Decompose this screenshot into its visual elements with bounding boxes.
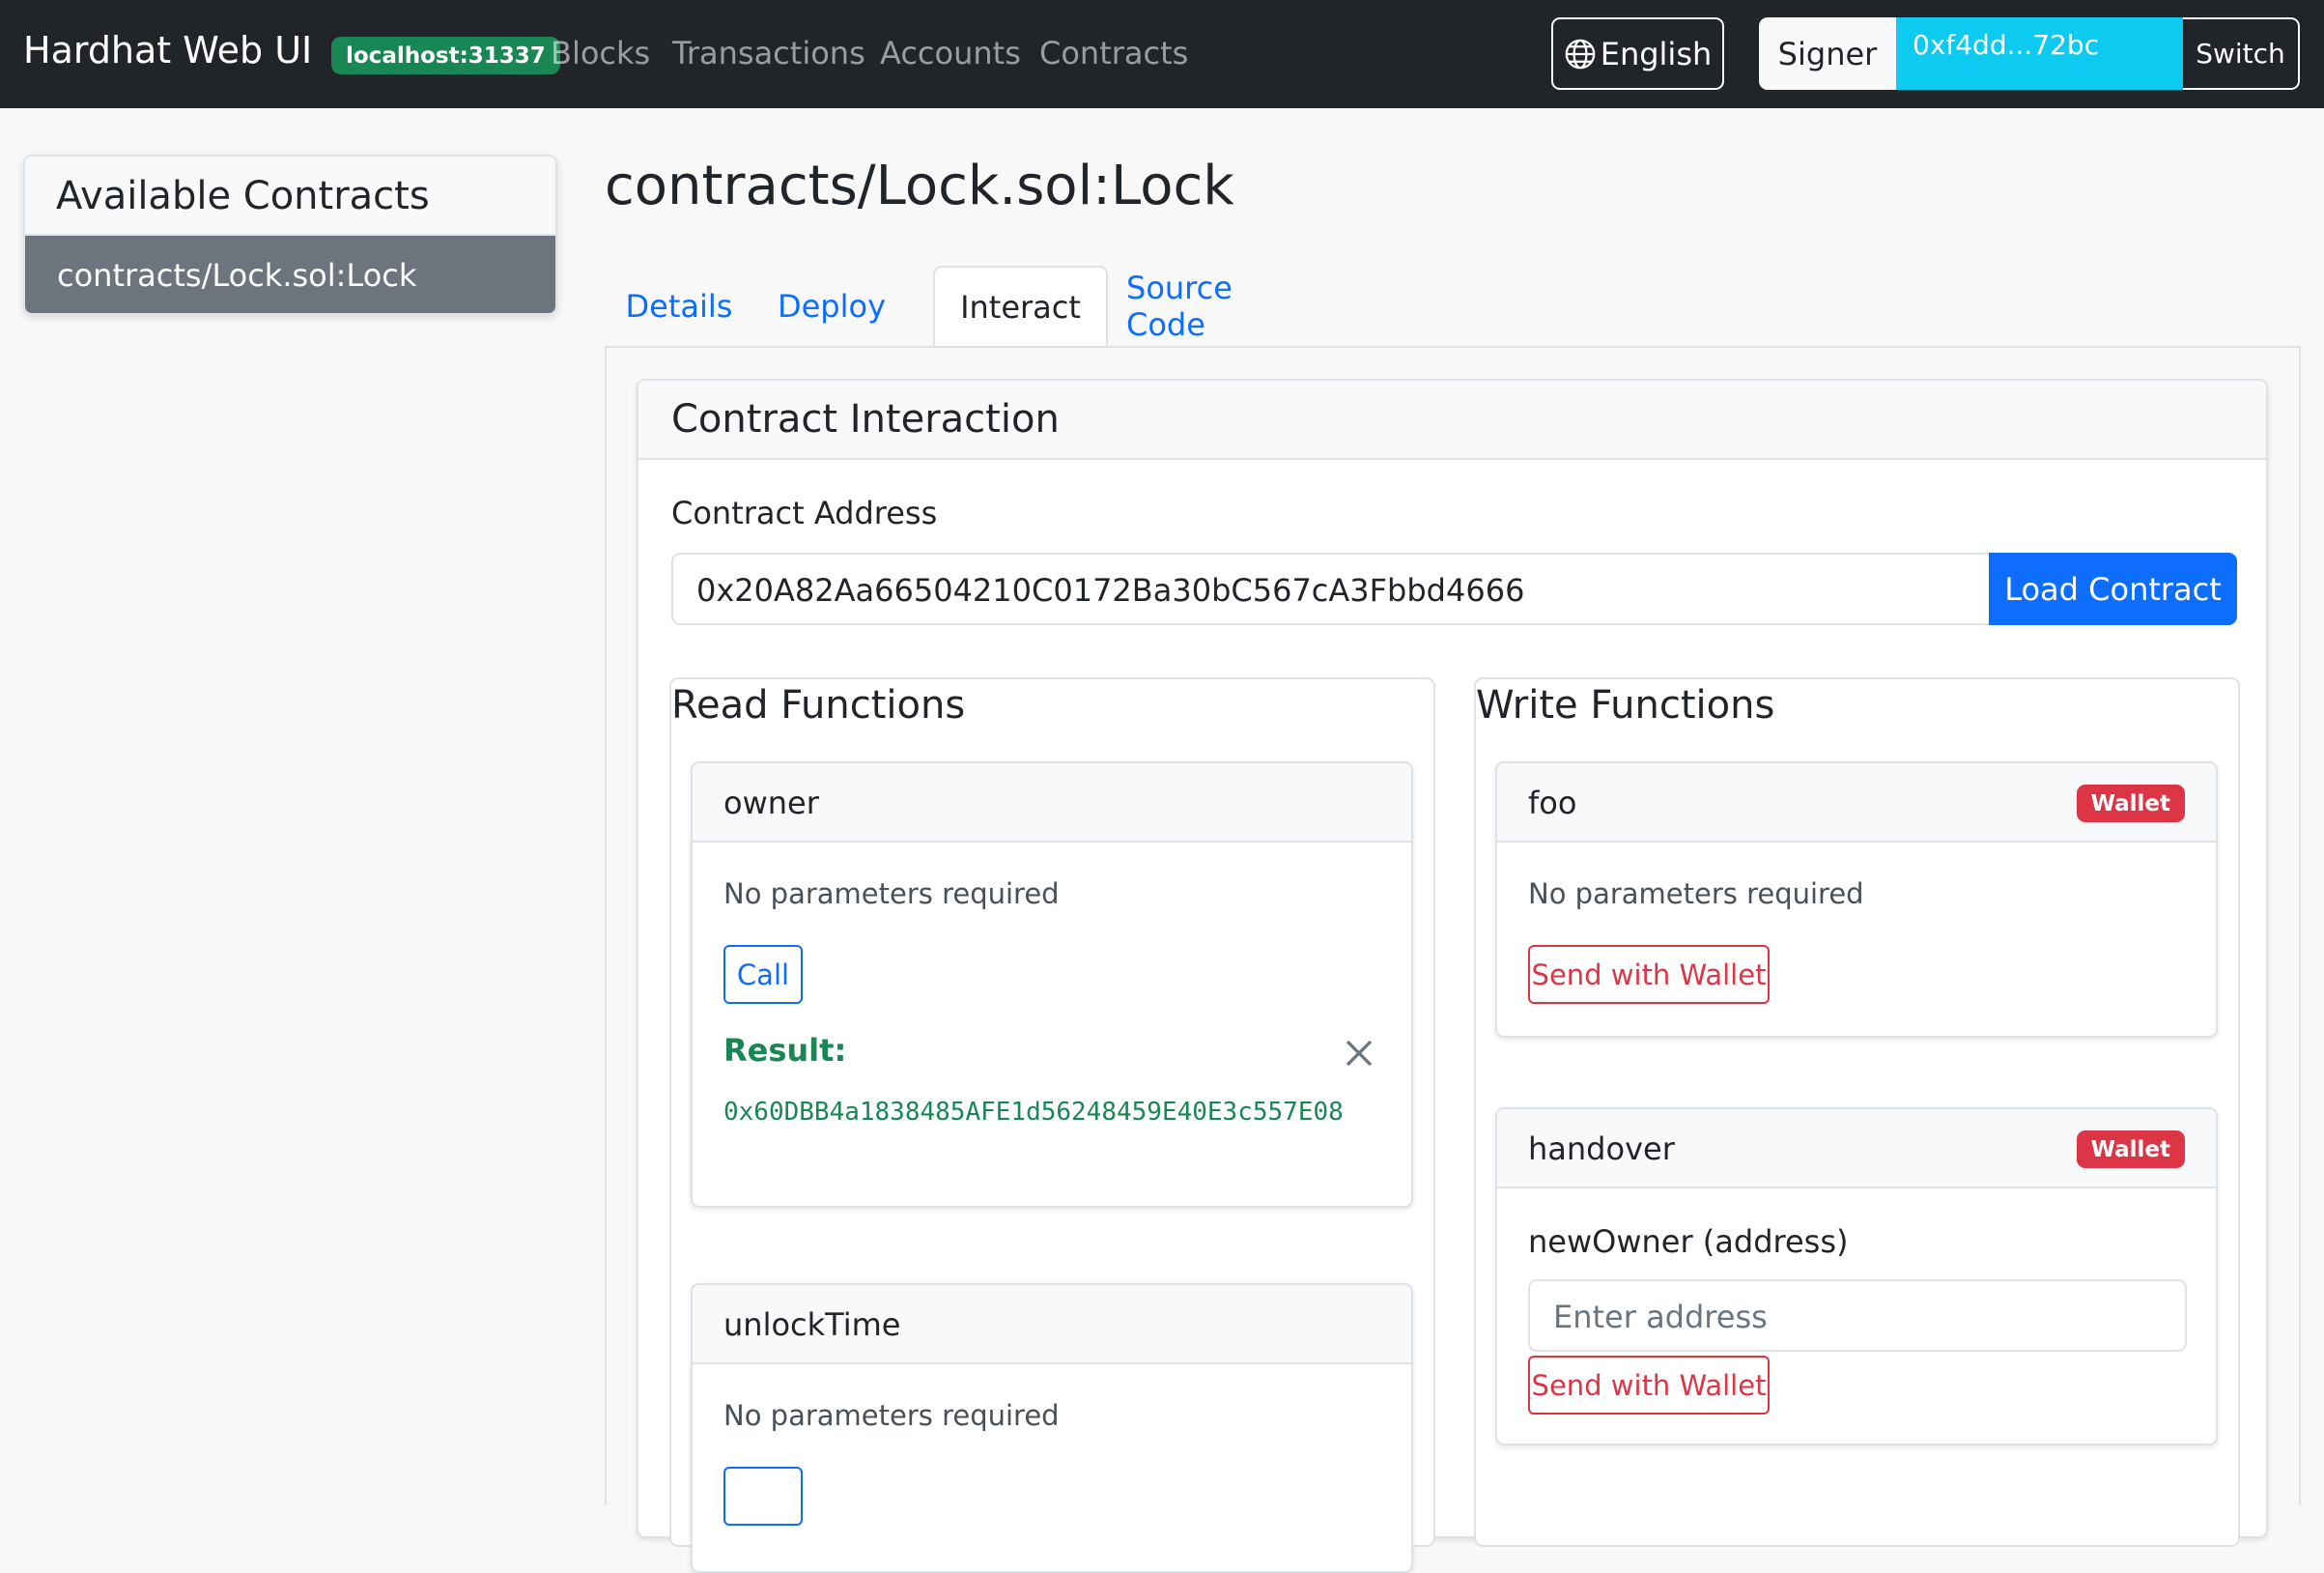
navbar: Hardhat Web UI localhost:31337 Blocks Tr…: [0, 0, 2324, 108]
signer-label: Signer: [1759, 17, 1896, 90]
tab-details[interactable]: Details: [614, 266, 744, 347]
call-button[interactable]: Call: [723, 945, 803, 1004]
contract-address-label: Contract Address: [671, 495, 938, 531]
network-badge: localhost:31337: [331, 37, 560, 74]
nav-link-transactions[interactable]: Transactions: [672, 35, 865, 72]
sidebar-item-lock-contract[interactable]: contracts/Lock.sol:Lock: [25, 236, 555, 313]
signer-group: Signer 0xf4dd...72bc Switch: [1759, 17, 2300, 90]
nav-link-contracts[interactable]: Contracts: [1039, 35, 1188, 72]
function-card-unlocktime: unlockTime No parameters required: [691, 1283, 1413, 1573]
globe-icon: [1565, 39, 1596, 69]
switch-signer-button[interactable]: Switch: [2183, 17, 2300, 90]
contract-interaction-title: Contract Interaction: [638, 381, 2266, 460]
function-header: foo Wallet: [1497, 763, 2216, 843]
nav-link-blocks[interactable]: Blocks: [551, 35, 650, 72]
tab-source-code[interactable]: Source Code: [1126, 266, 1319, 347]
language-label: English: [1600, 35, 1713, 72]
function-card-foo: foo Wallet No parameters required Send w…: [1495, 761, 2218, 1038]
tab-interact[interactable]: Interact: [933, 266, 1108, 347]
newowner-address-input[interactable]: Enter address: [1528, 1279, 2187, 1352]
load-contract-button[interactable]: Load Contract: [1989, 553, 2237, 625]
contract-interaction-card: Contract Interaction Contract Address 0x…: [637, 379, 2268, 1573]
close-icon[interactable]: [1342, 1036, 1376, 1071]
call-button[interactable]: [723, 1467, 803, 1526]
function-name: handover: [1528, 1130, 1675, 1167]
signer-address[interactable]: 0xf4dd...72bc: [1896, 17, 2183, 90]
no-params-text: No parameters required: [723, 1399, 1060, 1432]
tab-deploy[interactable]: Deploy: [767, 266, 896, 347]
brand-title[interactable]: Hardhat Web UI: [23, 29, 312, 72]
read-functions-panel: Read Functions owner No parameters requi…: [669, 677, 1435, 1573]
result-value: 0x60DBB4a1838485AFE1d56248459E40E3c557E0…: [723, 1098, 1344, 1127]
result-label: Result:: [723, 1032, 847, 1069]
function-card-handover: handover Wallet newOwner (address) Enter…: [1495, 1107, 2218, 1445]
send-with-wallet-button[interactable]: Send with Wallet: [1528, 1356, 1770, 1415]
function-header: handover Wallet: [1497, 1109, 2216, 1188]
no-params-text: No parameters required: [723, 877, 1060, 910]
function-name: foo: [1528, 785, 1577, 821]
wallet-badge: Wallet: [2076, 785, 2185, 822]
no-params-text: No parameters required: [1528, 877, 1864, 910]
sidebar-title: Available Contracts: [25, 157, 555, 236]
contracts-sidebar: Available Contracts contracts/Lock.sol:L…: [23, 155, 557, 315]
language-button[interactable]: English: [1551, 17, 1724, 90]
wallet-badge: Wallet: [2076, 1130, 2185, 1168]
function-name: unlockTime: [693, 1285, 1411, 1364]
function-card-owner: owner No parameters required Call Result…: [691, 761, 1413, 1208]
param-label-newowner: newOwner (address): [1528, 1223, 1849, 1260]
write-functions-title: Write Functions: [1476, 683, 1775, 728]
function-name: owner: [693, 763, 1411, 843]
contract-address-input[interactable]: 0x20A82Aa66504210C0172Ba30bC567cA3Fbbd46…: [671, 553, 1989, 625]
write-functions-panel: Write Functions foo Wallet No parameters…: [1474, 677, 2240, 1547]
nav-link-accounts[interactable]: Accounts: [880, 35, 1021, 72]
read-functions-title: Read Functions: [671, 683, 966, 728]
page-title: contracts/Lock.sol:Lock: [605, 155, 1234, 217]
send-with-wallet-button[interactable]: Send with Wallet: [1528, 945, 1770, 1004]
